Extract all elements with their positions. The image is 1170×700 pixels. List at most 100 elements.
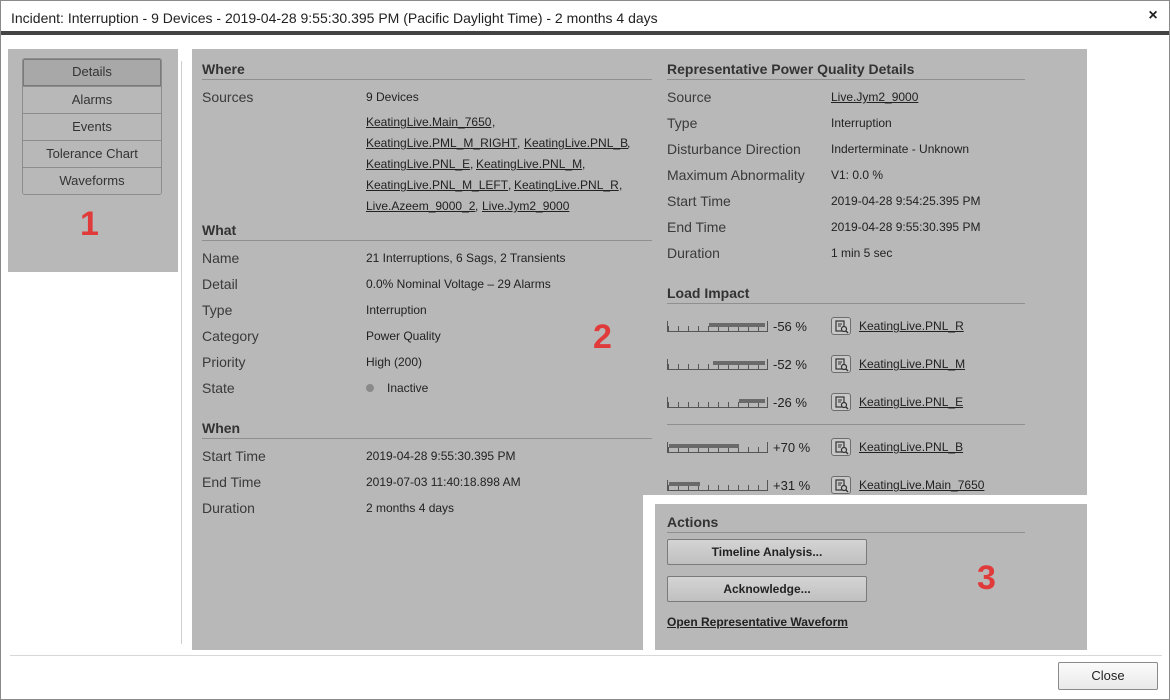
load-impact-rule <box>667 303 1025 304</box>
rpq-start-time-label: Start Time <box>667 193 731 209</box>
rpq-duration-label: Duration <box>667 245 720 261</box>
acknowledge-button[interactable]: Acknowledge... <box>667 576 867 602</box>
priority-value: High (200) <box>366 355 423 369</box>
duration-label: Duration <box>202 500 255 516</box>
name-label: Name <box>202 250 240 266</box>
view-device-icon[interactable] <box>831 355 851 373</box>
source-link[interactable]: KeatingLive.PNL_M <box>476 157 582 171</box>
category-label: Category <box>202 328 259 344</box>
panel-marker-three: 3 <box>977 559 996 597</box>
category-value: Power Quality <box>366 329 441 343</box>
when-heading: When <box>202 420 241 436</box>
type-label: Type <box>202 302 233 318</box>
panel-marker-two: 2 <box>593 318 612 356</box>
load-impact-bar-fill <box>669 482 700 486</box>
load-impact-bar-fill <box>713 361 765 365</box>
source-link[interactable]: KeatingLive.PNL_M_LEFT <box>366 178 508 192</box>
panel-marker-one: 1 <box>80 205 99 243</box>
load-impact-bar <box>667 397 768 408</box>
priority-label: Priority <box>202 354 246 370</box>
max-abnormality-label: Maximum Abnormality <box>667 167 805 183</box>
footer-divider <box>10 655 1162 656</box>
rpq-start-time-value: 2019-04-28 9:54:25.395 PM <box>831 194 981 208</box>
load-impact-percent: +70 % <box>773 440 811 455</box>
sources-label: Sources <box>202 89 254 105</box>
source-separator: , <box>582 157 586 171</box>
source-link[interactable]: KeatingLive.PNL_B <box>524 136 628 150</box>
max-abnormality-value: V1: 0.0 % <box>831 168 884 182</box>
when-rule <box>202 438 652 439</box>
load-impact-percent: -26 % <box>773 395 807 410</box>
source-link[interactable]: Live.Azeem_9000_2 <box>366 199 475 213</box>
source-link[interactable]: KeatingLive.PML_M_RIGHT <box>366 136 517 150</box>
source-separator: , <box>619 178 623 192</box>
load-impact-percent: -52 % <box>773 357 807 372</box>
detail-tabs: Details Alarms Events Tolerance Chart Wa… <box>22 58 162 195</box>
close-icon[interactable]: × <box>1145 7 1161 25</box>
load-impact-separator <box>667 424 1025 425</box>
rpq-heading: Representative Power Quality Details <box>667 61 915 77</box>
name-value: 21 Interruptions, 6 Sags, 2 Transients <box>366 251 566 265</box>
source-separator: , <box>470 157 474 171</box>
source-separator: , <box>508 178 512 192</box>
load-impact-device-link[interactable]: KeatingLive.PNL_E <box>859 395 963 409</box>
navigation-panel: Details Alarms Events Tolerance Chart Wa… <box>8 49 178 272</box>
rpq-duration-value: 1 min 5 sec <box>831 246 893 260</box>
load-impact-bar <box>667 442 768 453</box>
rpq-rule <box>667 79 1025 80</box>
source-link[interactable]: KeatingLive.Main_7650 <box>366 115 491 129</box>
divider <box>181 61 182 644</box>
what-rule <box>202 240 652 241</box>
actions-heading: Actions <box>667 514 719 530</box>
where-heading: Where <box>202 61 245 77</box>
actions-rule <box>667 532 1025 533</box>
load-impact-bar-fill <box>739 399 765 403</box>
load-impact-heading: Load Impact <box>667 285 750 301</box>
load-impact-bar <box>667 359 768 370</box>
open-waveform-link[interactable]: Open Representative Waveform <box>667 615 848 629</box>
rpq-type-label: Type <box>667 115 698 131</box>
state-value: Inactive <box>387 381 429 395</box>
rpq-source-label: Source <box>667 89 712 105</box>
rpq-end-time-label: End Time <box>667 219 727 235</box>
end-time-value: 2019-07-03 11:40:18.898 AM <box>366 475 521 489</box>
source-separator: , <box>627 136 631 150</box>
tab-alarms[interactable]: Alarms <box>23 86 161 113</box>
load-impact-device-link[interactable]: KeatingLive.Main_7650 <box>859 478 984 492</box>
view-device-icon[interactable] <box>831 438 851 456</box>
where-rule <box>202 79 652 80</box>
load-impact-device-link[interactable]: KeatingLive.PNL_M <box>859 357 965 371</box>
type-value: Interruption <box>366 303 427 317</box>
what-heading: What <box>202 222 237 238</box>
tab-tolerance-chart[interactable]: Tolerance Chart <box>23 140 161 167</box>
start-time-value: 2019-04-28 9:55:30.395 PM <box>366 449 516 463</box>
load-impact-bar <box>667 321 768 332</box>
rpq-source-link[interactable]: Live.Jym2_9000 <box>831 90 918 104</box>
source-link[interactable]: KeatingLive.PNL_R <box>514 178 619 192</box>
incident-dialog: Incident: Interruption - 9 Devices - 201… <box>0 0 1170 700</box>
timeline-analysis-button[interactable]: Timeline Analysis... <box>667 539 867 565</box>
view-device-icon[interactable] <box>831 393 851 411</box>
window-title: Incident: Interruption - 9 Devices - 201… <box>11 10 658 26</box>
tab-events[interactable]: Events <box>23 113 161 140</box>
source-link[interactable]: KeatingLive.PNL_E <box>366 157 470 171</box>
source-separator: , <box>517 136 521 150</box>
load-impact-device-link[interactable]: KeatingLive.PNL_B <box>859 440 963 454</box>
load-impact-bar-fill <box>669 444 739 448</box>
source-link[interactable]: Live.Jym2_9000 <box>482 199 569 213</box>
sources-count: 9 Devices <box>366 90 419 104</box>
end-time-label: End Time <box>202 474 262 490</box>
source-separator: , <box>492 115 496 129</box>
load-impact-device-link[interactable]: KeatingLive.PNL_R <box>859 319 964 333</box>
rpq-end-time-value: 2019-04-28 9:55:30.395 PM <box>831 220 981 234</box>
tab-waveforms[interactable]: Waveforms <box>23 167 161 194</box>
state-indicator-icon <box>366 384 374 392</box>
tab-details[interactable]: Details <box>23 59 161 86</box>
view-device-icon[interactable] <box>831 317 851 335</box>
view-device-icon[interactable] <box>831 476 851 494</box>
load-impact-bar-fill <box>709 323 765 327</box>
start-time-label: Start Time <box>202 448 266 464</box>
state-label: State <box>202 380 235 396</box>
close-button[interactable]: Close <box>1058 662 1158 690</box>
load-impact-percent: +31 % <box>773 478 811 493</box>
